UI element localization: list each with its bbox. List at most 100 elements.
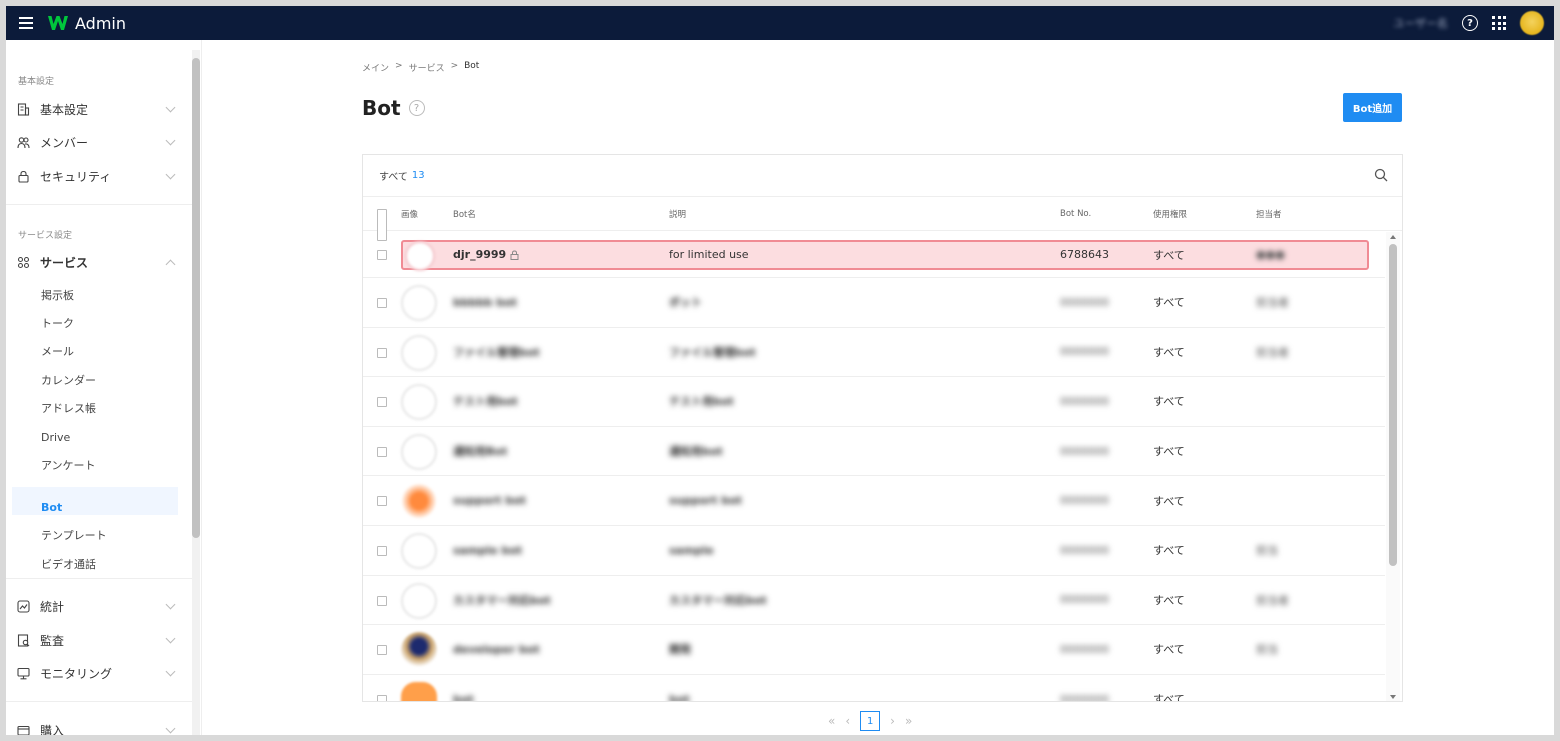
scroll-up-arrow-icon[interactable] (1390, 235, 1396, 239)
bot-number: 0000000 (1060, 593, 1109, 607)
row-checkbox[interactable] (377, 446, 387, 457)
sidebar-sub-mail[interactable]: メール (41, 342, 74, 360)
chevron-down-icon (165, 599, 176, 610)
table-scrollbar[interactable] (1386, 232, 1400, 701)
bot-name[interactable]: bbbbb bot (453, 278, 517, 327)
bot-description: カスタマー対応bot (669, 593, 767, 607)
help-question-icon[interactable]: ? (408, 100, 425, 116)
sidebar-sub-addressbook[interactable]: アドレス帳 (41, 399, 96, 417)
sidebar-item-label: サービス (40, 255, 89, 270)
search-icon[interactable] (1374, 168, 1388, 182)
col-bot-name[interactable]: Bot名 (453, 198, 476, 230)
sidebar-scroll-thumb[interactable] (192, 58, 200, 538)
apps-grid-icon[interactable] (1492, 16, 1506, 30)
sidebar-item-monitoring[interactable]: モニタリング (16, 663, 180, 683)
bot-number: 0000000 (1060, 543, 1109, 557)
table-row[interactable]: developer bot 開発 0000000 すべて 担当 (363, 625, 1385, 675)
sidebar-item-basic[interactable]: 基本設定 (16, 99, 180, 119)
table-row[interactable]: テスト用bot テスト用bot 0000000 すべて (363, 377, 1385, 427)
row-checkbox[interactable] (377, 694, 387, 701)
table-row[interactable]: ファイル管理bot ファイル管理bot 0000000 すべて 担当者 (363, 328, 1385, 378)
row-checkbox[interactable] (377, 397, 387, 408)
user-name[interactable]: ユーザー名 (1393, 15, 1448, 31)
table-row[interactable]: カスタマー対応bot カスタマー対応bot 0000000 すべて 担当者 (363, 576, 1385, 626)
row-checkbox[interactable] (377, 546, 387, 556)
row-checkbox[interactable] (377, 250, 387, 260)
sidebar-item-stats[interactable]: 統計 (16, 596, 180, 616)
sidebar-divider (6, 204, 192, 205)
avatar[interactable] (1520, 11, 1544, 35)
table-row[interactable]: 通知用Bot 通知用bot 0000000 すべて (363, 427, 1385, 477)
sidebar-sub-survey[interactable]: アンケート (41, 456, 96, 474)
bot-name[interactable]: 通知用Bot (453, 427, 507, 476)
table-row[interactable]: bot bot 0000000 すべて (363, 675, 1385, 702)
breadcrumb-service[interactable]: サービス (409, 61, 445, 74)
next-page-icon[interactable]: › (890, 714, 895, 728)
bot-avatar (401, 681, 437, 701)
filter-bar: すべて 13 (363, 155, 1402, 197)
bot-name[interactable]: bot (453, 675, 474, 701)
col-bot-no[interactable]: Bot No. (1060, 198, 1091, 230)
chevron-down-icon (165, 102, 176, 113)
bot-name[interactable]: sample bot (453, 526, 522, 575)
table-row[interactable]: bbbbb bot ボット 0000000 すべて 担当者 (363, 278, 1385, 328)
bot-name[interactable]: developer bot (453, 625, 540, 674)
bot-name[interactable]: ファイル管理bot (453, 328, 540, 377)
row-checkbox[interactable] (377, 347, 387, 358)
top-bar: Admin ユーザー名 ? (6, 6, 1554, 40)
help-icon[interactable]: ? (1462, 15, 1478, 31)
audit-icon (16, 633, 30, 647)
menu-icon[interactable] (19, 16, 37, 30)
bot-description: bot (669, 692, 690, 702)
bot-name[interactable]: カスタマー対応bot (453, 576, 551, 625)
bot-description: テスト用bot (669, 395, 734, 409)
first-page-icon[interactable]: « (828, 714, 835, 728)
sidebar-item-security[interactable]: セキュリティ (16, 166, 180, 186)
sidebar-item-purchase[interactable]: 購入 (16, 720, 180, 735)
bot-avatar (401, 533, 437, 569)
sidebar-item-label: メンバー (40, 135, 89, 150)
table-row[interactable]: sample bot sample 0000000 すべて 担当 (363, 526, 1385, 576)
row-checkbox[interactable] (377, 645, 387, 656)
col-owner: 担当者 (1256, 210, 1282, 220)
breadcrumb-main[interactable]: メイン (362, 61, 389, 74)
chevron-down-icon (165, 666, 176, 677)
filter-all-label[interactable]: すべて (379, 168, 408, 183)
app-window: Admin ユーザー名 ? 基本設定 基本設定 メンバー セキュリティ サービス… (6, 6, 1554, 735)
bot-avatar (401, 285, 437, 321)
bot-avatar (401, 384, 437, 421)
last-page-icon[interactable]: » (905, 714, 912, 728)
sidebar-sub-drive[interactable]: Drive (41, 428, 70, 446)
sidebar-sub-videocall[interactable]: ビデオ通話 (41, 555, 96, 573)
row-highlight (401, 240, 1369, 270)
bot-description: ファイル管理bot (669, 345, 756, 359)
breadcrumb: メイン > サービス > Bot (362, 61, 479, 74)
table-row[interactable]: support bot support bot 0000000 すべて (363, 476, 1385, 526)
sidebar-item-label: 監査 (40, 633, 65, 648)
chevron-up-icon (165, 259, 176, 270)
sidebar-item-audit[interactable]: 監査 (16, 630, 180, 650)
sidebar-sub-calendar[interactable]: カレンダー (41, 371, 96, 389)
page-number[interactable]: 1 (860, 711, 881, 731)
prev-page-icon[interactable]: ‹ (845, 714, 850, 728)
sidebar-item-members[interactable]: メンバー (16, 132, 180, 152)
table-row[interactable]: djr_9999 for limited use 6788643 すべて ●●● (363, 232, 1385, 278)
add-bot-button[interactable]: Bot追加 (1343, 93, 1402, 122)
bot-name[interactable]: djr_9999 (453, 232, 506, 277)
bot-number: 6788643 (1060, 248, 1109, 261)
scroll-down-arrow-icon[interactable] (1390, 695, 1396, 699)
row-checkbox[interactable] (377, 496, 387, 507)
bot-owner: ●●● (1256, 248, 1285, 261)
bot-name[interactable]: support bot (453, 476, 526, 525)
sidebar-sub-talk[interactable]: トーク (41, 314, 74, 332)
sidebar-sub-board[interactable]: 掲示板 (41, 286, 74, 304)
bot-owner: 担当 (1256, 544, 1278, 558)
bot-name[interactable]: テスト用bot (453, 377, 518, 426)
sidebar-sub-template[interactable]: テンプレート (41, 526, 107, 544)
row-checkbox[interactable] (377, 595, 387, 606)
service-grid-icon (16, 255, 30, 269)
sidebar-sub-bot[interactable]: Bot (41, 498, 62, 516)
row-checkbox[interactable] (377, 298, 387, 308)
sidebar-item-service[interactable]: サービス (16, 252, 180, 272)
table-scroll-thumb[interactable] (1389, 244, 1397, 566)
